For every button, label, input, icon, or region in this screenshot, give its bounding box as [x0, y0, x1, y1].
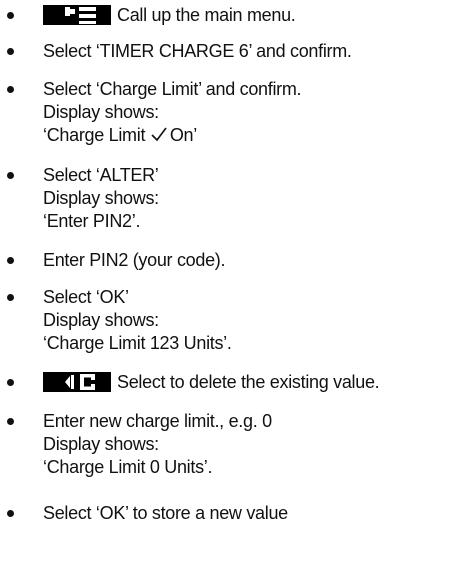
bullet	[7, 510, 14, 517]
bullet	[7, 257, 14, 264]
list-item-line: Select to delete the existing value.	[43, 371, 464, 394]
step-text: Enter new charge limit., e.g. 0	[43, 411, 272, 431]
step-text: Call up the main menu.	[117, 5, 296, 25]
list-item-body: Call up the main menu.	[43, 4, 464, 27]
step-text: Select ‘Charge Limit’ and confirm.	[43, 79, 302, 99]
bullet	[7, 294, 14, 301]
bullet	[7, 86, 14, 93]
display-text: ‘Charge Limit 123 Units’.	[43, 333, 232, 353]
step-text: Select to delete the existing value.	[117, 372, 380, 392]
display-text-prefix: ‘Charge Limit	[43, 125, 150, 145]
list-item-body: Select ‘TIMER CHARGE 6’ and confirm.	[43, 40, 464, 63]
step-text: Display shows:	[43, 102, 159, 122]
bullet	[7, 379, 14, 386]
checkmark-icon	[151, 127, 167, 142]
bullet	[7, 48, 14, 55]
display-text: ‘Charge Limit 0 Units’.	[43, 457, 213, 477]
list-item-line: Call up the main menu.	[43, 4, 464, 27]
bullet	[7, 12, 14, 19]
list-item-body: Select ‘OK’ Display shows: ‘Charge Limit…	[43, 286, 464, 355]
step-text: Display shows:	[43, 310, 159, 330]
list-item-body: Enter PIN2 (your code).	[43, 249, 464, 272]
display-text: ‘Charge Limit On’	[43, 124, 464, 147]
step-text: Select ‘OK’ to store a new value	[43, 503, 288, 523]
step-text: Enter PIN2 (your code).	[43, 250, 226, 270]
list-item-body: Enter new charge limit., e.g. 0 Display …	[43, 410, 464, 479]
list-item-body: Select to delete the existing value.	[43, 371, 464, 394]
bullet	[7, 418, 14, 425]
step-text: Display shows:	[43, 434, 159, 454]
step-text: Select ‘OK’	[43, 287, 129, 307]
list-item-body: Select ‘Charge Limit’ and confirm. Displ…	[43, 78, 464, 147]
step-text: Select ‘TIMER CHARGE 6’ and confirm.	[43, 41, 352, 61]
display-text: ‘Enter PIN2’.	[43, 211, 141, 231]
main-menu-icon	[43, 5, 111, 25]
delete-key-icon	[43, 372, 111, 392]
bullet	[7, 172, 14, 179]
list-item-body: Select ‘OK’ to store a new value	[43, 502, 464, 525]
step-text: Display shows:	[43, 188, 159, 208]
list-item-body: Select ‘ALTER’ Display shows: ‘Enter PIN…	[43, 164, 464, 233]
step-text: Select ‘ALTER’	[43, 165, 159, 185]
display-text-suffix: On’	[169, 125, 197, 145]
